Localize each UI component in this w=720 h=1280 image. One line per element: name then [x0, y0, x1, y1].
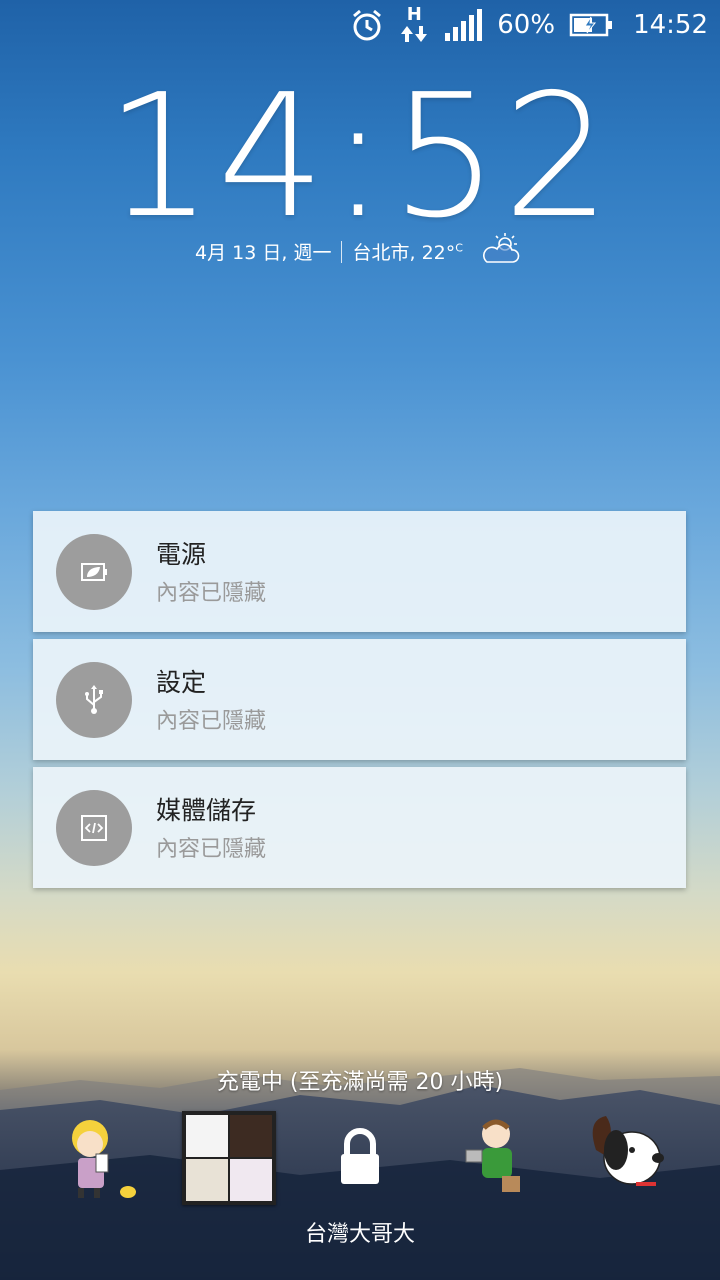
shortcut-character-girl-icon[interactable] [50, 1110, 146, 1206]
notification-card-power[interactable]: 電源 內容已隱藏 [33, 511, 686, 632]
gallery-thumb [186, 1115, 228, 1157]
notification-content: 內容已隱藏 [156, 581, 267, 606]
alarm-icon [349, 7, 385, 43]
notification-list: 電源 內容已隱藏 設定 內容已隱藏 媒體儲存 內容已隱藏 [33, 511, 686, 895]
network-type-label: H [406, 4, 422, 25]
gallery-thumb [230, 1115, 272, 1157]
clock-colon: : [329, 58, 391, 256]
battery-percent: 60% [497, 10, 556, 40]
notification-content: 內容已隱藏 [156, 837, 267, 862]
notification-content: 內容已隱藏 [156, 709, 267, 734]
battery-leaf-icon [56, 534, 132, 610]
lock-icon[interactable] [312, 1110, 408, 1206]
date-weather-row: 4月 13 日, 週一 台北市, 22°C [0, 232, 720, 271]
gallery-thumb [186, 1159, 228, 1201]
temp-unit: C [455, 241, 463, 255]
partly-cloudy-icon [479, 232, 525, 271]
divider [341, 240, 343, 263]
status-bar: H 60% 14:52 [0, 0, 720, 50]
notification-title: 設定 [156, 668, 207, 697]
notification-title: 電源 [156, 540, 207, 569]
gallery-thumb [230, 1159, 272, 1201]
shortcut-gallery-tile[interactable] [182, 1111, 276, 1205]
battery-charging-icon [569, 13, 613, 37]
data-transfer-icon: H [399, 6, 429, 44]
status-time: 14:52 [633, 10, 708, 40]
notification-card-media-storage[interactable]: 媒體儲存 內容已隱藏 [33, 767, 686, 888]
usb-icon [56, 662, 132, 738]
lockscreen-clock: 14:52 [0, 72, 720, 242]
charging-status: 充電中 (至充滿尚需 20 小時) [216, 1070, 504, 1095]
shortcut-character-dog-icon[interactable] [576, 1110, 672, 1206]
signal-icon [443, 9, 483, 41]
clock-hours: 14 [105, 58, 330, 256]
city-temp-text: 台北市, 22° [352, 242, 456, 264]
clock-minutes: 52 [390, 58, 615, 256]
carrier-label: 台灣大哥大 [304, 1222, 415, 1247]
code-icon [56, 790, 132, 866]
notification-title: 媒體儲存 [156, 796, 257, 825]
city-temperature: 台北市, 22°C [352, 238, 462, 265]
notification-card-settings[interactable]: 設定 內容已隱藏 [33, 639, 686, 760]
date-label: 4月 13 日, 週一 [195, 242, 332, 264]
shortcut-character-boy-icon[interactable] [446, 1110, 542, 1206]
